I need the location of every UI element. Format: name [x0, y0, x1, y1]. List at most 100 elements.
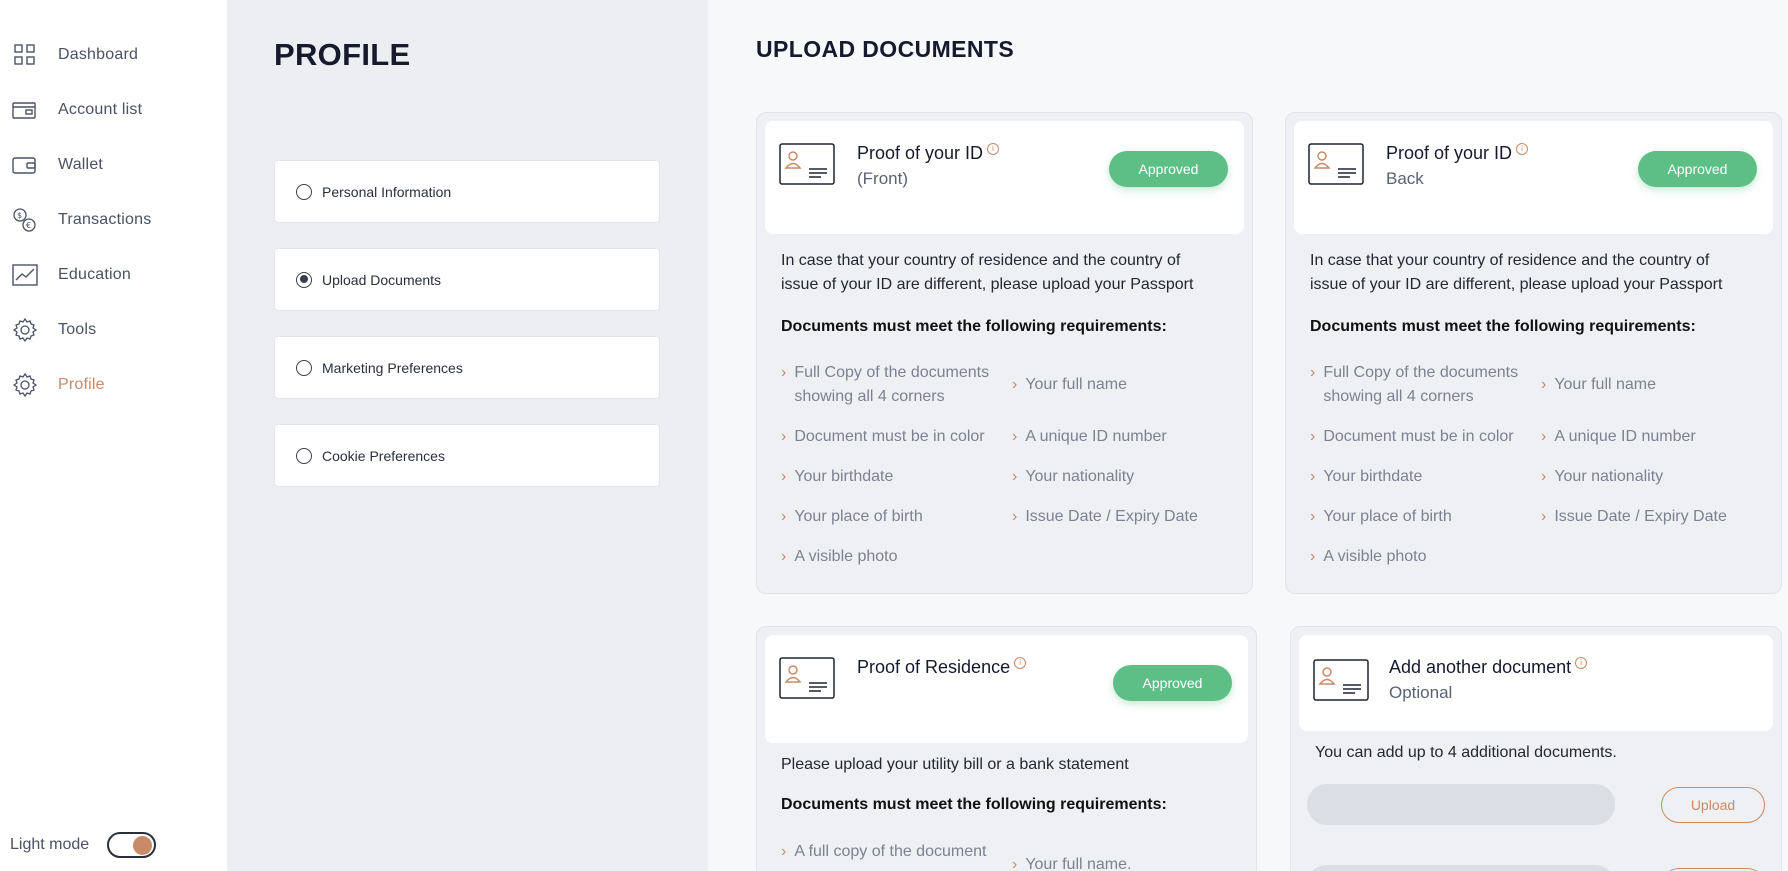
radio-button[interactable]	[296, 447, 312, 464]
sidebar-item-tools[interactable]: Tools	[12, 310, 96, 350]
requirement-item: › Document must be in color	[1310, 425, 1525, 449]
wallet-icon	[12, 152, 38, 178]
doc-card-id-front: Proof of your ID i (Front) Approved In ca…	[756, 112, 1253, 594]
requirement-item: › Your full name	[1012, 373, 1232, 397]
chevron-right-icon: ›	[1012, 508, 1018, 525]
grid-icon	[12, 42, 38, 68]
status-badge: Approved	[1109, 151, 1228, 187]
requirement-item: › A visible photo	[781, 545, 996, 569]
option-label: Personal Information	[322, 183, 452, 200]
sidebar-item-profile[interactable]: Profile	[12, 365, 105, 405]
doc-subtitle: (Front)	[857, 169, 908, 188]
svg-text:€: €	[26, 221, 31, 230]
requirement-item: › Your birthdate	[1310, 465, 1525, 489]
id-card-icon	[779, 143, 835, 185]
chevron-right-icon: ›	[1541, 428, 1547, 445]
requirements-heading: Documents must meet the following requir…	[781, 318, 1167, 335]
sidebar-item-label: Transactions	[58, 211, 152, 228]
option-label: Upload Documents	[322, 271, 442, 288]
chevron-right-icon: ›	[781, 428, 787, 445]
doc-title: Proof of your ID i	[857, 143, 1000, 164]
doc-card-id-back: Proof of your ID i Back Approved In case …	[1285, 112, 1782, 594]
additional-document-field[interactable]	[1307, 865, 1615, 871]
doc-card-header: Proof of Residence i Approved	[765, 635, 1248, 743]
info-icon[interactable]: i	[987, 143, 1000, 155]
sidebar-item-label: Profile	[58, 376, 105, 393]
chevron-right-icon: ›	[1541, 376, 1547, 393]
profile-option-cookie-preferences[interactable]: Cookie Preferences	[274, 424, 660, 487]
chevron-right-icon: ›	[1310, 428, 1316, 445]
requirement-item: › Your nationality	[1012, 465, 1232, 489]
status-badge: Approved	[1113, 665, 1232, 701]
requirement-item: › Your full name	[1541, 373, 1761, 397]
requirement-item: › Full Copy of the documents showing all …	[781, 361, 996, 409]
sidebar-item-education[interactable]: Education	[12, 255, 131, 295]
radio-button[interactable]	[296, 359, 312, 376]
info-icon[interactable]: i	[1516, 143, 1529, 155]
info-icon[interactable]: i	[1575, 657, 1588, 669]
profile-option-upload-documents[interactable]: Upload Documents	[274, 248, 660, 311]
requirement-text: Document must be in color	[794, 428, 985, 445]
doc-card-add-another-document: Add another document i Optional You can a…	[1290, 626, 1782, 871]
toggle-knob	[133, 836, 153, 855]
sidebar: Dashboard Account list Wallet $ € Transa…	[0, 0, 227, 871]
option-label: Marketing Preferences	[322, 359, 463, 376]
sidebar-item-account-list[interactable]: Account list	[12, 90, 142, 130]
radio-button-checked[interactable]	[296, 271, 312, 288]
doc-title-text: Proof of Residence	[857, 657, 1011, 677]
requirement-text: Your full name	[1554, 376, 1657, 393]
theme-mode-label: Light mode	[10, 836, 90, 853]
requirement-item: › A unique ID number	[1541, 425, 1761, 449]
doc-description: In case that your country of residence a…	[1310, 252, 1723, 293]
requirement-text: A visible photo	[1323, 548, 1427, 565]
exchange-icon: $ €	[12, 207, 38, 233]
theme-toggle[interactable]	[107, 832, 157, 858]
additional-document-field[interactable]	[1307, 784, 1615, 825]
doc-title-text: Proof of your ID	[1386, 143, 1513, 163]
chevron-right-icon: ›	[781, 548, 787, 565]
profile-option-personal-information[interactable]: Personal Information	[274, 160, 660, 223]
requirement-text: A unique ID number	[1025, 428, 1167, 445]
requirement-text: Your place of birth	[794, 508, 923, 525]
sidebar-item-dashboard[interactable]: Dashboard	[12, 35, 138, 75]
sidebar-item-label: Dashboard	[58, 46, 139, 63]
requirement-text: Your place of birth	[1323, 508, 1452, 525]
requirement-item: › Issue Date / Expiry Date	[1012, 505, 1232, 529]
requirement-text: Issue Date / Expiry Date	[1025, 508, 1198, 525]
requirement-item: › Your place of birth	[1310, 505, 1525, 529]
doc-description: You can add up to 4 additional documents…	[1315, 744, 1617, 761]
sidebar-item-wallet[interactable]: Wallet	[12, 145, 103, 185]
doc-card-proof-of-residence: Proof of Residence i Approved Please uplo…	[756, 626, 1257, 871]
profile-option-marketing-preferences[interactable]: Marketing Preferences	[274, 336, 660, 399]
upload-button[interactable]: Upload	[1661, 787, 1765, 823]
info-icon[interactable]: i	[1014, 657, 1027, 669]
requirement-text: Document must be in color	[1323, 428, 1514, 445]
requirement-text: A unique ID number	[1554, 428, 1696, 445]
requirements-heading: Documents must meet the following requir…	[1310, 318, 1696, 335]
requirement-item: › Your full name.	[1012, 853, 1232, 871]
sidebar-item-label: Tools	[58, 321, 97, 338]
doc-title-text: Add another document	[1389, 657, 1572, 677]
chevron-right-icon: ›	[1012, 428, 1018, 445]
radio-button[interactable]	[296, 183, 312, 200]
requirement-item: › Your birthdate	[781, 465, 996, 489]
sidebar-item-transactions[interactable]: $ € Transactions	[12, 200, 151, 240]
doc-subtitle: Optional	[1389, 683, 1453, 702]
doc-card-header: Add another document i Optional	[1299, 635, 1773, 731]
chevron-right-icon: ›	[1012, 856, 1018, 871]
card-icon	[12, 97, 38, 123]
chevron-right-icon: ›	[1310, 364, 1316, 381]
chevron-right-icon: ›	[1310, 548, 1316, 565]
requirement-item: › Full Copy of the documents showing all …	[1310, 361, 1525, 409]
chevron-right-icon: ›	[1012, 468, 1018, 485]
chevron-right-icon: ›	[781, 364, 787, 381]
chevron-right-icon: ›	[1541, 468, 1547, 485]
doc-description: Please upload your utility bill or a ban…	[781, 756, 1129, 773]
chevron-right-icon: ›	[1310, 468, 1316, 485]
requirement-text: A visible photo	[794, 548, 898, 565]
requirement-text: Your birthdate	[794, 468, 894, 485]
chevron-right-icon: ›	[1012, 376, 1018, 393]
requirement-text: A full copy of the document	[794, 843, 987, 860]
svg-text:$: $	[17, 211, 22, 220]
gear-icon	[12, 372, 38, 398]
